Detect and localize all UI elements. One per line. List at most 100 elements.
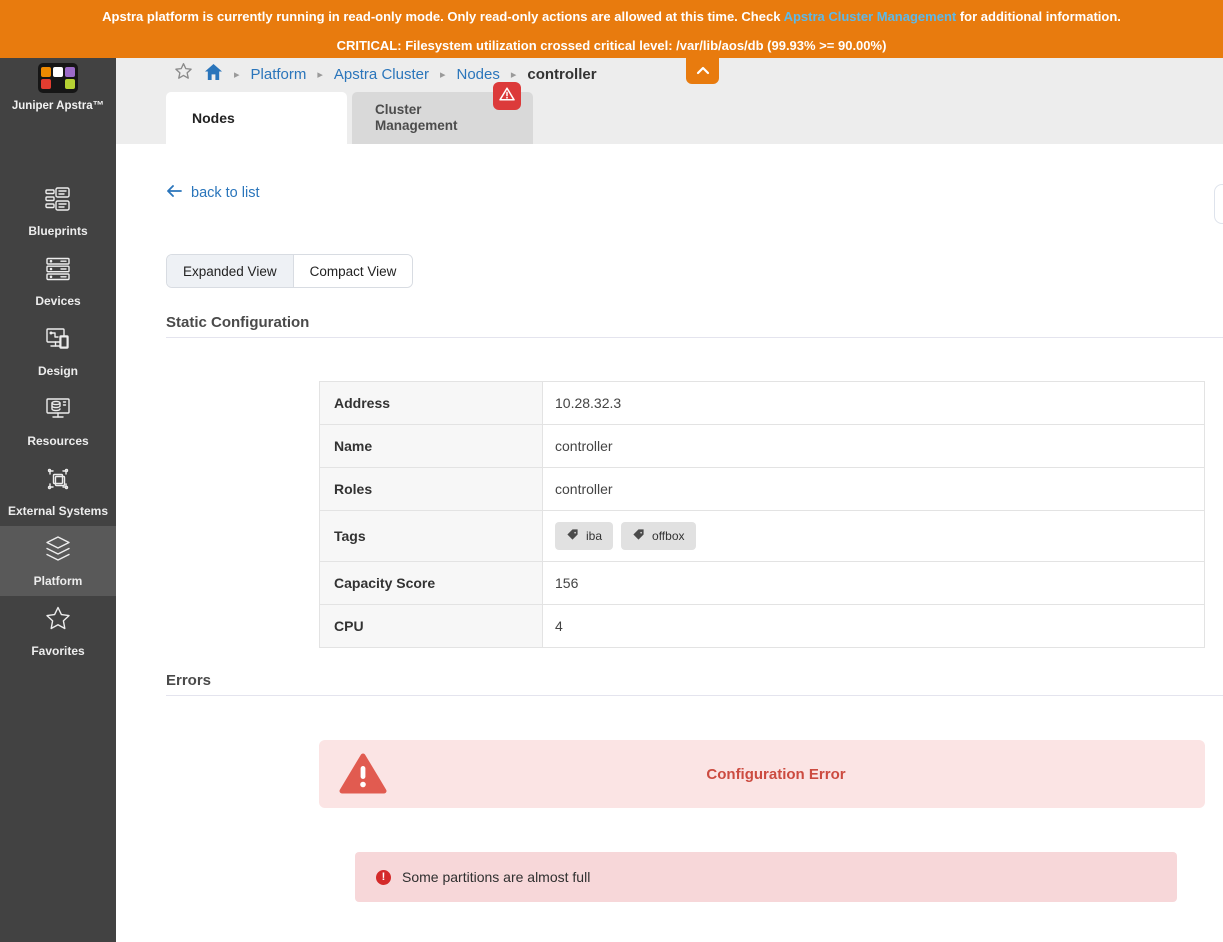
back-to-list-link[interactable]: back to list [166,185,260,201]
back-to-list-label: back to list [191,185,260,201]
platform-icon [43,534,73,569]
arrow-left-icon [166,185,182,201]
section-divider [166,695,1223,696]
banner-line-1: Apstra platform is currently running in … [0,9,1223,25]
logo-tile [53,67,63,77]
devices-icon [43,254,73,289]
section-divider [166,337,1223,338]
tab-label: Cluster Management [375,102,485,134]
tag-icon [632,528,645,544]
tag-label: iba [586,529,602,543]
row-value: 156 [543,562,1204,604]
tag-chip-iba[interactable]: iba [555,522,613,550]
brand[interactable]: Juniper Apstra™ [0,58,116,112]
sidebar-item-label: Design [38,364,78,378]
sidebar-nav: Blueprints Devices Design [0,176,116,666]
row-value: 4 [543,605,1204,647]
sidebar-item-devices[interactable]: Devices [0,246,116,316]
table-row-cpu: CPU 4 [320,605,1204,648]
logo-tile [65,67,75,77]
table-row-capacity-score: Capacity Score 156 [320,562,1204,605]
tag-icon [566,528,579,544]
row-label: Address [320,382,543,424]
sidebar-item-blueprints[interactable]: Blueprints [0,176,116,246]
sidebar-item-resources[interactable]: Resources [0,386,116,456]
sidebar-item-label: External Systems [8,504,108,518]
view-toggle-group: Expanded View Compact View [166,254,413,288]
banner-line-critical: CRITICAL: Filesystem utilization crossed… [0,38,1223,54]
row-value: 10.28.32.3 [543,382,1204,424]
breadcrumb-apstra-cluster[interactable]: Apstra Cluster [334,66,429,83]
tag-chip-offbox[interactable]: offbox [621,522,695,550]
breadcrumb-separator-icon: ▸ [317,68,323,81]
logo-tile [41,79,51,89]
row-label: Roles [320,468,543,510]
home-icon[interactable] [204,63,223,86]
row-value: controller [543,468,1204,510]
tab-label: Nodes [192,110,347,126]
star-icon[interactable] [174,62,193,86]
compact-view-label: Compact View [310,264,397,279]
readonly-warning-banner: Apstra platform is currently running in … [0,0,1223,58]
chevron-up-icon [696,62,710,80]
partitions-alert-text: Some partitions are almost full [402,869,590,885]
sidebar-item-platform[interactable]: Platform [0,526,116,596]
row-value-tags: iba offbox [543,511,1204,561]
sidebar-item-label: Blueprints [28,224,87,238]
compact-view-button[interactable]: Compact View [293,255,413,287]
tab-nodes[interactable]: Nodes [166,92,347,144]
banner-text-post: for additional information. [960,9,1121,24]
external-systems-icon [43,464,73,499]
sidebar-item-external-systems[interactable]: External Systems [0,456,116,526]
breadcrumb-current-controller: controller [527,66,596,83]
design-icon [43,324,73,359]
sidebar: Juniper Apstra™ Blueprints Devices [0,58,116,942]
configuration-error-title: Configuration Error [407,766,1145,783]
tag-label: offbox [652,529,684,543]
brand-name: Juniper Apstra™ [12,100,104,112]
sidebar-item-favorites[interactable]: Favorites [0,596,116,666]
page-header: ▸ Platform ▸ Apstra Cluster ▸ Nodes ▸ co… [116,58,1223,144]
static-configuration-heading: Static Configuration [166,314,309,331]
tab-warning-badge[interactable] [493,82,521,110]
sidebar-item-label: Devices [35,294,80,308]
breadcrumb-separator-icon: ▸ [511,68,517,81]
blueprints-icon [43,184,73,219]
row-value: controller [543,425,1204,467]
table-row-roles: Roles controller [320,468,1204,511]
warning-triangle-icon [319,753,407,795]
static-configuration-table: Address 10.28.32.3 Name controller Roles… [319,381,1205,648]
expanded-view-button[interactable]: Expanded View [167,255,293,287]
partial-edge-button[interactable] [1214,184,1223,224]
breadcrumb-platform[interactable]: Platform [251,66,307,83]
expanded-view-label: Expanded View [183,264,277,279]
exclamation-circle-icon: ! [376,870,391,885]
row-label: Tags [320,511,543,561]
row-label: CPU [320,605,543,647]
sidebar-item-design[interactable]: Design [0,316,116,386]
partitions-alert: ! Some partitions are almost full [355,852,1177,902]
breadcrumb: ▸ Platform ▸ Apstra Cluster ▸ Nodes ▸ co… [174,58,597,90]
main-content: back to list Expanded View Compact View … [116,144,1223,942]
breadcrumb-separator-icon: ▸ [440,68,446,81]
cluster-management-link[interactable]: Apstra Cluster Management [784,9,957,24]
banner-collapse-button[interactable] [686,58,719,84]
sidebar-item-label: Favorites [31,644,84,658]
row-label: Capacity Score [320,562,543,604]
breadcrumb-separator-icon: ▸ [234,68,240,81]
warning-triangle-icon [499,87,515,106]
errors-heading: Errors [166,672,211,689]
table-row-name: Name controller [320,425,1204,468]
favorites-icon [43,604,73,639]
configuration-error-banner: Configuration Error [319,740,1205,808]
sidebar-item-label: Resources [27,434,88,448]
sidebar-item-label: Platform [34,574,83,588]
row-label: Name [320,425,543,467]
logo-tile [65,79,75,89]
logo-tile [41,67,51,77]
table-row-address: Address 10.28.32.3 [320,382,1204,425]
banner-text-pre: Apstra platform is currently running in … [102,9,780,24]
breadcrumb-nodes[interactable]: Nodes [457,66,500,83]
juniper-apstra-logo [38,63,78,93]
table-row-tags: Tags iba offbox [320,511,1204,562]
